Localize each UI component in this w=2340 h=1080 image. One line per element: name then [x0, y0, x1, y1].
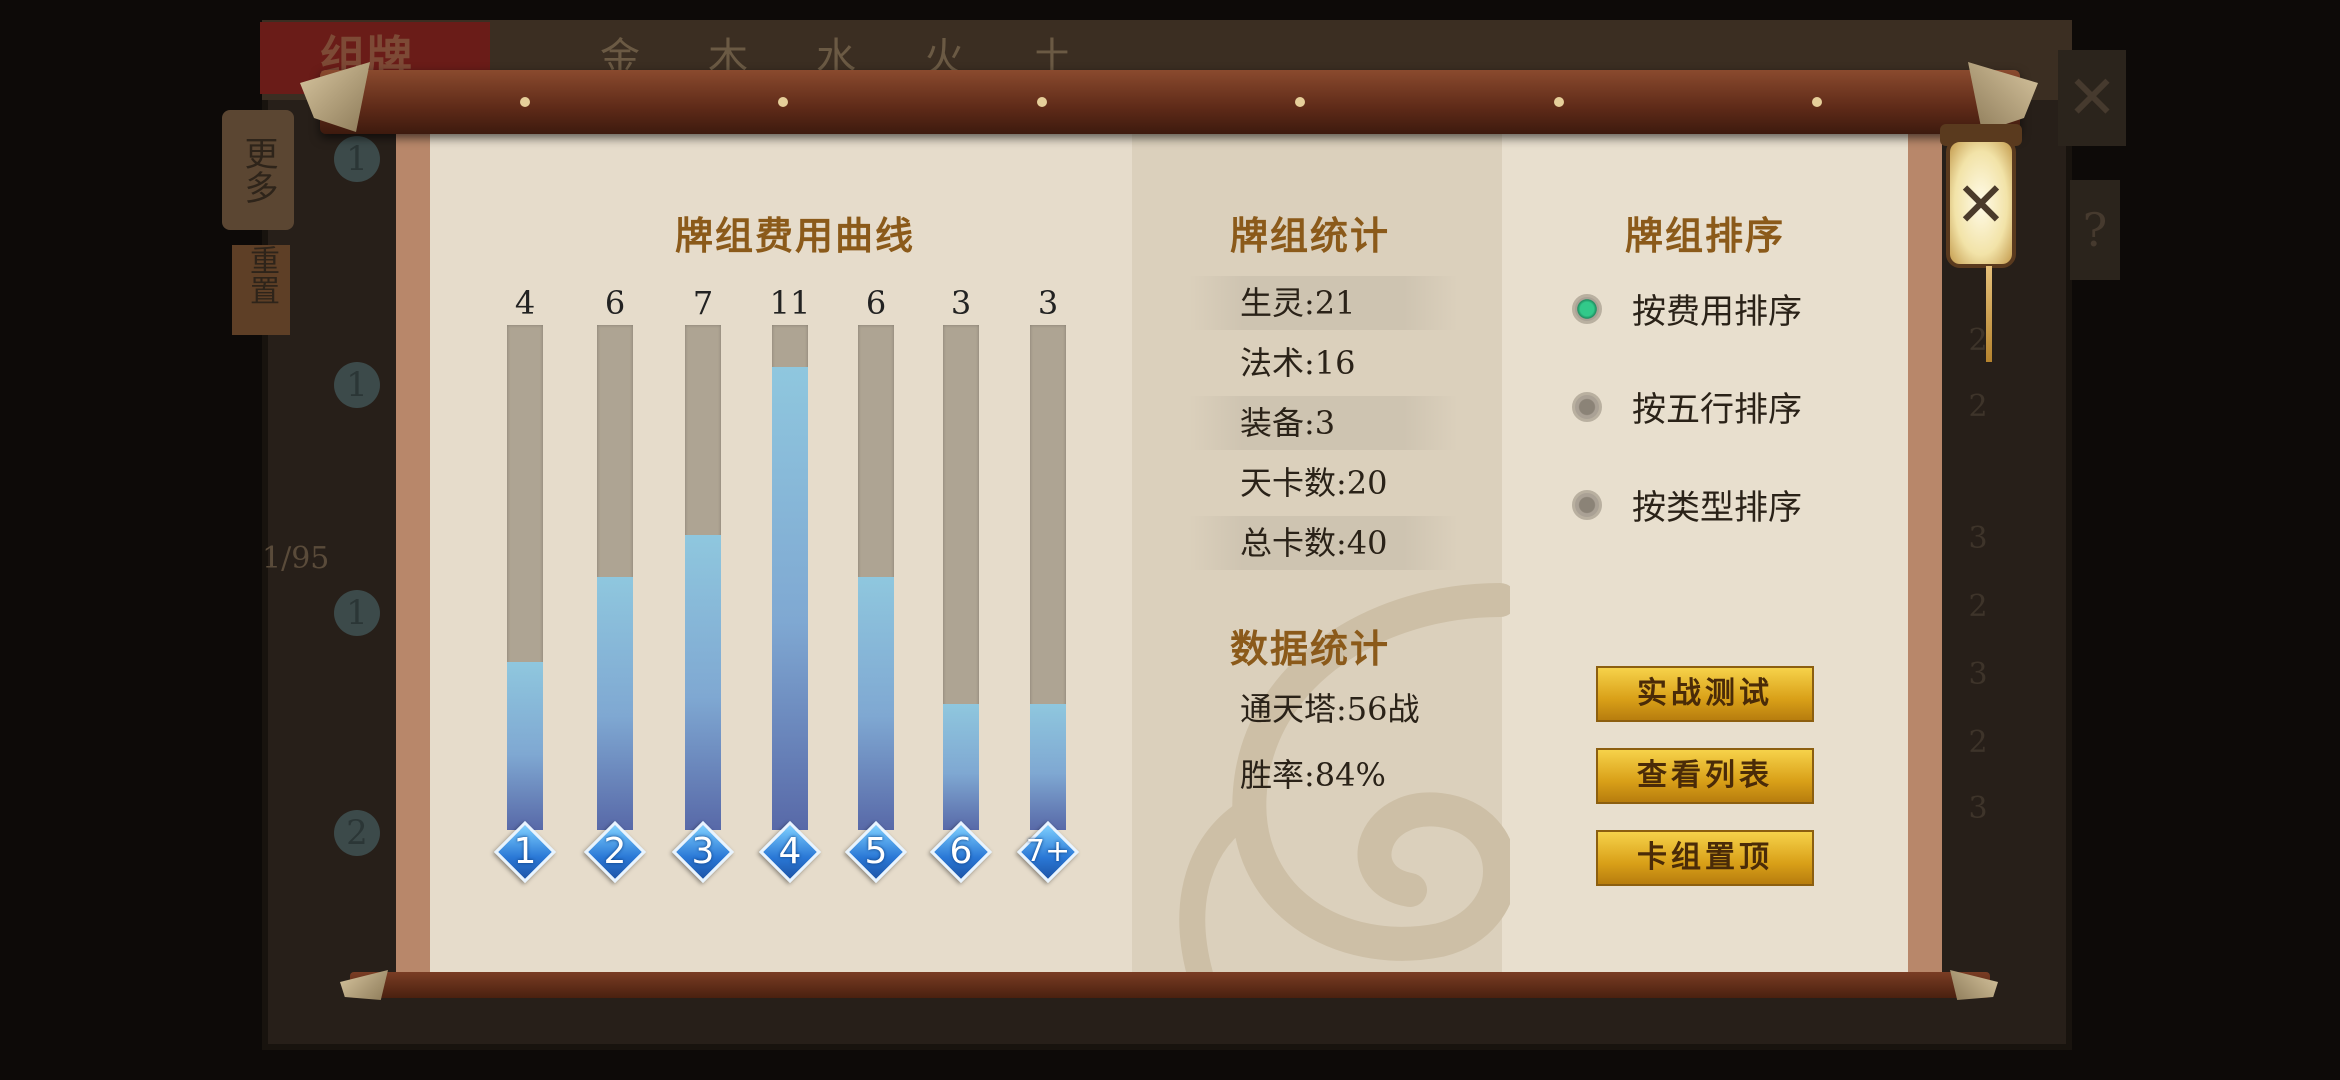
cost-gem-icon: 7+ [1016, 820, 1080, 884]
radio-icon[interactable] [1572, 490, 1602, 520]
cost-label: 2 [603, 831, 627, 872]
data-stats-title: 数据统计 [1229, 626, 1390, 671]
cost-bar-fill [1030, 704, 1066, 830]
cost-gem-icon: 2 [583, 820, 647, 884]
rod-stud [778, 97, 788, 107]
cost-bar [858, 325, 894, 830]
rod-stud [520, 97, 530, 107]
card-count: 3 [1968, 657, 1988, 692]
bar-count-label: 6 [865, 284, 887, 322]
view-list-button[interactable]: 查看列表 [1596, 748, 1814, 804]
cost-bar [685, 325, 721, 830]
cost-gem-icon: 6 [929, 820, 993, 884]
card-count: 2 [1968, 725, 1988, 760]
stat-total-cards: 总卡数:40 [1188, 516, 1458, 570]
radio-icon[interactable] [1572, 294, 1602, 324]
cost-bar-fill [943, 704, 979, 830]
cost-label: 1 [513, 831, 537, 872]
stat-equipment: 装备:3 [1188, 396, 1458, 450]
rod-stud [1037, 97, 1047, 107]
cost-bar [1030, 325, 1066, 830]
cost-gem-icon: 5 [844, 820, 908, 884]
bar-count-label: 3 [950, 284, 972, 322]
cost-bar-fill [772, 367, 808, 830]
card-count: 3 [1968, 791, 1988, 826]
background-close-icon[interactable]: ✕ [2058, 50, 2126, 146]
page-indicator: 1/95 [262, 541, 330, 576]
bar-count-label: 3 [1037, 284, 1059, 322]
card-count: 2 [1968, 389, 1988, 424]
cost-label: 3 [691, 831, 715, 872]
deck-stats-title: 牌组统计 [1229, 213, 1390, 258]
cost-bar-fill [507, 662, 543, 830]
scroll-bottom-rod [350, 972, 1990, 998]
cost-coin: 2 [334, 810, 380, 856]
cost-gem-icon: 4 [758, 820, 822, 884]
stat-sky-cards: 天卡数:20 [1240, 464, 1388, 502]
cost-gem-icon: 3 [671, 820, 735, 884]
stat-spells: 法术:16 [1240, 344, 1356, 382]
bar-count-label: 7 [692, 284, 714, 322]
pin-deck-button[interactable]: 卡组置顶 [1596, 830, 1814, 886]
cost-bar [772, 325, 808, 830]
cost-bar [597, 325, 633, 830]
cost-bar [943, 325, 979, 830]
cost-coin: 1 [334, 590, 380, 636]
scroll-top-rod [320, 70, 2020, 134]
stat-tower-battles: 通天塔:56战 [1240, 690, 1420, 728]
cost-label: 5 [864, 831, 888, 872]
help-icon[interactable]: ? [2070, 180, 2120, 280]
sort-option-label: 按五行排序 [1632, 390, 1802, 430]
cost-bar-fill [685, 535, 721, 830]
deck-sort-title: 牌组排序 [1624, 213, 1785, 258]
rod-stud [1812, 97, 1822, 107]
card-count: 2 [1968, 323, 1988, 358]
cost-bar [507, 325, 543, 830]
card-count: 2 [1968, 589, 1988, 624]
close-icon[interactable]: ✕ [1946, 160, 2016, 250]
cost-bar-fill [858, 577, 894, 830]
card-count: 3 [1968, 521, 1988, 556]
bar-count-label: 11 [769, 284, 811, 322]
battle-test-button[interactable]: 实战测试 [1596, 666, 1814, 722]
cost-label: 7+ [1025, 834, 1071, 869]
stat-win-rate: 胜率:84% [1240, 756, 1386, 794]
bar-count-label: 6 [604, 284, 626, 322]
cost-label: 4 [778, 831, 802, 872]
cost-gem-icon: 1 [493, 820, 557, 884]
lantern-tassel [1986, 266, 1992, 362]
sort-option-label: 按类型排序 [1632, 488, 1802, 528]
sort-option-label: 按费用排序 [1632, 292, 1802, 332]
radio-icon[interactable] [1572, 392, 1602, 422]
cost-bar-fill [597, 577, 633, 830]
reset-button[interactable]: 重置 [232, 245, 290, 335]
cost-coin: 1 [334, 362, 380, 408]
bar-count-label: 4 [514, 284, 536, 322]
rod-stud [1554, 97, 1564, 107]
more-button[interactable]: 更多 [222, 110, 294, 230]
cost-curve-title: 牌组费用曲线 [674, 213, 915, 258]
rod-stud [1295, 97, 1305, 107]
stat-creatures: 生灵:21 [1188, 276, 1458, 330]
cost-label: 6 [949, 831, 973, 872]
cost-coin: 1 [334, 136, 380, 182]
